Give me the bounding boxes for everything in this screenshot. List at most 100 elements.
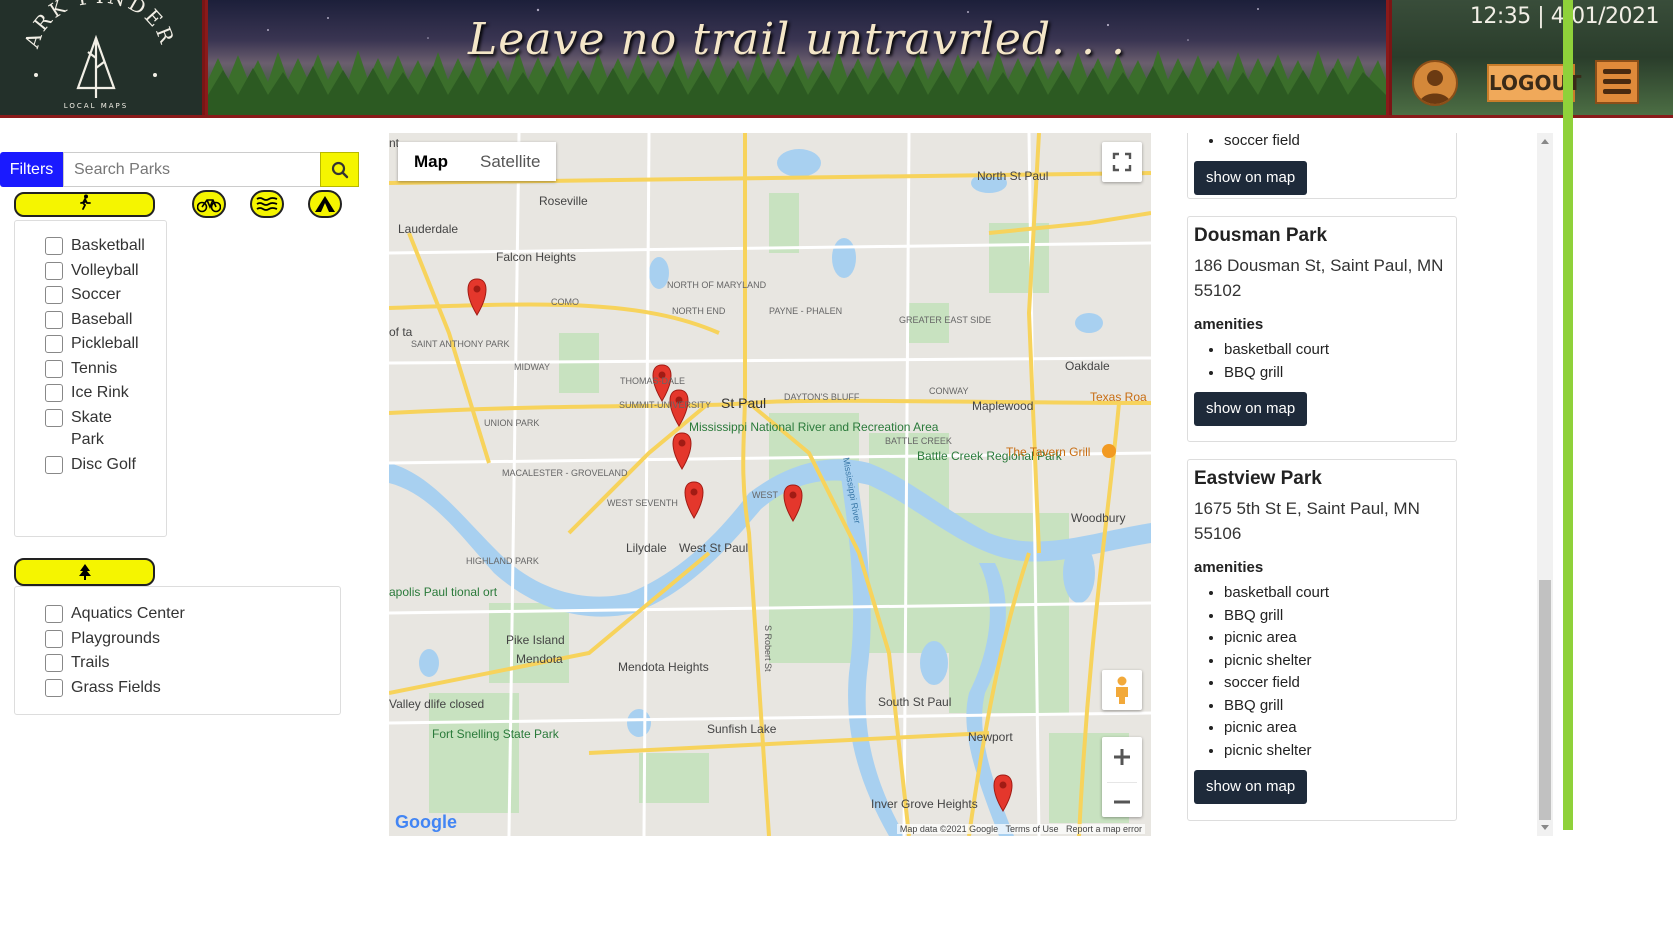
svg-text:St Paul: St Paul: [721, 395, 766, 411]
svg-text:BATTLE CREEK: BATTLE CREEK: [885, 436, 952, 446]
svg-text:Mississippi National River and: Mississippi National River and Recreatio…: [689, 420, 939, 434]
filter-checkbox-row[interactable]: Tennis: [45, 358, 166, 381]
amenities-list: basketball courtBBQ grillpicnic areapicn…: [1194, 582, 1450, 762]
search-parks-input[interactable]: [63, 152, 321, 187]
map-canvas[interactable]: Roseville Lauderdale Falcon Heights COMO…: [389, 133, 1151, 836]
amenity-item: basketball court: [1224, 582, 1450, 605]
hamburger-menu-icon[interactable]: [1595, 60, 1639, 104]
scroll-thumb[interactable]: [1539, 580, 1551, 820]
water-waves-icon: [256, 197, 278, 211]
checkbox[interactable]: [45, 335, 63, 353]
bicycle-icon: [196, 199, 222, 213]
street-view-button[interactable]: [1102, 670, 1142, 710]
show-on-map-button[interactable]: show on map: [1194, 392, 1308, 426]
water-category-button[interactable]: [250, 190, 284, 218]
filter-label: Grass Fields: [71, 678, 161, 696]
amenity-item: picnic area: [1224, 627, 1450, 650]
map-type-map[interactable]: Map: [398, 142, 464, 181]
fullscreen-icon: [1112, 152, 1132, 172]
checkbox[interactable]: [45, 678, 63, 697]
filter-checkbox-row[interactable]: Basketball: [45, 235, 166, 258]
checkbox[interactable]: [45, 384, 63, 402]
filter-checkbox-row[interactable]: Grass Fields: [45, 677, 340, 700]
svg-text:Falcon Heights: Falcon Heights: [496, 250, 576, 264]
report-error-link[interactable]: Report a map error: [1066, 824, 1142, 834]
zoom-in-icon[interactable]: [1102, 737, 1142, 777]
svg-text:HIGHLAND PARK: HIGHLAND PARK: [466, 556, 539, 566]
google-logo: Google: [395, 812, 457, 832]
filter-checkbox-row[interactable]: Playgrounds: [45, 628, 340, 651]
amenity-item: soccer field: [1224, 133, 1450, 153]
svg-text:PARK FINDERS: PARK FINDERS: [0, 0, 180, 52]
show-on-map-button[interactable]: show on map: [1194, 770, 1308, 804]
terms-link[interactable]: Terms of Use: [1005, 824, 1058, 834]
svg-text:South St Paul: South St Paul: [878, 695, 951, 709]
svg-text:MIDWAY: MIDWAY: [514, 362, 550, 372]
fullscreen-button[interactable]: [1102, 142, 1142, 182]
restaurant-icon[interactable]: [1102, 444, 1116, 458]
map-type-satellite[interactable]: Satellite: [464, 142, 556, 181]
search-icon: [331, 161, 348, 179]
google-map[interactable]: Roseville Lauderdale Falcon Heights COMO…: [389, 133, 1151, 836]
filters-button[interactable]: Filters: [0, 152, 63, 187]
window-edge: [1563, 0, 1573, 830]
svg-text:The Tavern Grill: The Tavern Grill: [1006, 445, 1090, 459]
svg-text:SUMMIT-UNIVERSITY: SUMMIT-UNIVERSITY: [619, 400, 711, 410]
svg-text:WEST SEVENTH: WEST SEVENTH: [607, 498, 678, 508]
filter-label: Pickleball: [71, 335, 139, 352]
amenities-list: basketball courtBBQ grill: [1194, 339, 1450, 384]
filter-label: Soccer: [71, 286, 121, 303]
filter-label: Tennis: [71, 359, 118, 377]
checkbox[interactable]: [45, 629, 63, 648]
park-results-list[interactable]: soccer field show on map Dousman Park 18…: [1170, 133, 1553, 836]
logout-button[interactable]: LOGOUT: [1487, 64, 1581, 102]
filter-checkbox-row[interactable]: Soccer: [45, 284, 166, 307]
filter-label: Ice Rink: [71, 384, 129, 401]
tent-icon: [315, 196, 335, 212]
svg-text:UNION PARK: UNION PARK: [484, 418, 539, 428]
checkbox[interactable]: [45, 408, 63, 427]
filter-checkbox-row[interactable]: Aquatics Center: [45, 603, 340, 626]
checkbox[interactable]: [45, 455, 63, 474]
svg-text:Valley dlife closed: Valley dlife closed: [389, 697, 484, 711]
camping-category-button[interactable]: [308, 190, 342, 218]
filter-checkbox-row[interactable]: Skate Park: [45, 407, 166, 452]
filter-label: Baseball: [71, 310, 133, 328]
search-button[interactable]: [320, 152, 359, 187]
header-banner: Leave no trail untravrled. . .: [208, 0, 1386, 115]
filter-checkbox-row[interactable]: Disc Golf: [45, 454, 166, 477]
scroll-down-icon[interactable]: [1541, 825, 1549, 830]
filter-checkbox-row[interactable]: Trails: [45, 652, 340, 675]
checkbox[interactable]: [45, 654, 63, 672]
zoom-out-icon[interactable]: [1102, 783, 1142, 822]
svg-text:Maplewood: Maplewood: [972, 399, 1033, 413]
filter-checkbox-row[interactable]: Volleyball: [45, 260, 166, 283]
svg-text:of ta: of ta: [389, 325, 413, 339]
show-on-map-button[interactable]: show on map: [1194, 160, 1308, 195]
filter-checkbox-row[interactable]: Ice Rink: [45, 382, 166, 405]
svg-text:Lauderdale: Lauderdale: [398, 222, 458, 236]
checkbox[interactable]: [45, 286, 63, 304]
filter-checkbox-row[interactable]: Pickleball: [45, 333, 166, 356]
park-finders-logo[interactable]: PARK FINDERS LOCAL MAPS: [0, 0, 205, 115]
sports-category-button[interactable]: [14, 192, 155, 217]
svg-text:CONWAY: CONWAY: [929, 386, 969, 396]
filter-label: Volleyball: [71, 261, 139, 279]
nature-category-button[interactable]: [14, 558, 155, 586]
filter-checkbox-row[interactable]: Baseball: [45, 309, 166, 332]
amenity-item: picnic shelter: [1224, 650, 1450, 673]
checkbox[interactable]: [45, 237, 63, 255]
user-avatar-icon[interactable]: [1412, 60, 1458, 106]
checkbox[interactable]: [45, 359, 63, 378]
checkbox[interactable]: [45, 310, 63, 329]
filter-label: Basketball: [71, 237, 145, 254]
pine-tree-icon: [78, 564, 91, 580]
checkbox[interactable]: [45, 605, 63, 623]
svg-text:Fort Snelling State Park: Fort Snelling State Park: [432, 727, 560, 741]
checkbox[interactable]: [45, 261, 63, 280]
pegman-icon: [1116, 676, 1128, 704]
scroll-up-icon[interactable]: [1541, 139, 1549, 144]
bike-category-button[interactable]: [192, 190, 226, 218]
svg-text:Newport: Newport: [968, 730, 1013, 744]
results-scrollbar[interactable]: [1537, 133, 1553, 836]
